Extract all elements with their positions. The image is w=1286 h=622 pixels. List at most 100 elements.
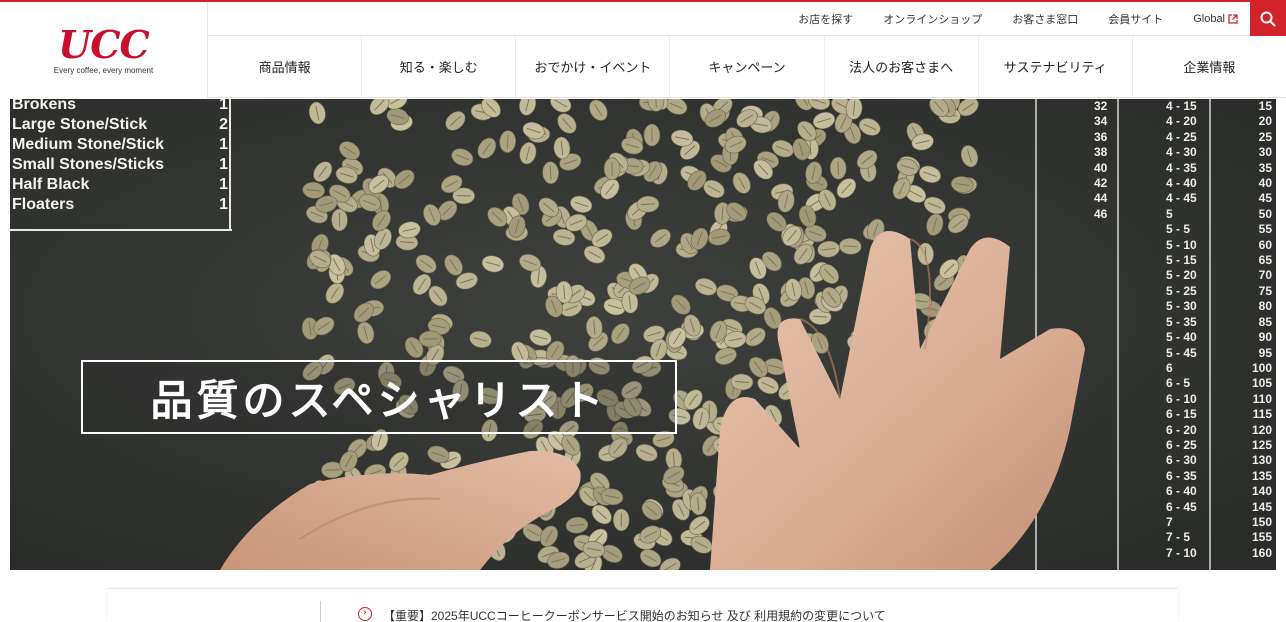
chalk-grade-cell <box>1092 315 1166 330</box>
chalk-grade-cell <box>1092 438 1166 453</box>
chalk-grade-cell: 110 <box>1252 391 1272 406</box>
chalk-grade-cell: 5 - 25 <box>1166 283 1197 298</box>
chalk-grade-row: 7 - 5 155 <box>1092 530 1272 545</box>
chalk-grade-row: 5 - 30 80 <box>1092 299 1272 314</box>
chalk-grade-row: 5 - 35 85 <box>1092 315 1272 330</box>
chalk-grade-cell: 75 <box>1258 283 1272 298</box>
chalk-grade-cell: 5 - 40 <box>1166 330 1197 345</box>
chalk-grade-cell: 40 <box>1094 160 1108 175</box>
chalk-row: Floaters 1 <box>10 195 232 215</box>
chalk-grade-cell: 6 - 40 <box>1166 484 1197 499</box>
chalk-grade-cell: 6 - 30 <box>1166 453 1197 468</box>
chalk-grade-cell: 65 <box>1258 253 1272 268</box>
chalk-grade-cell: 130 <box>1251 453 1272 468</box>
chalk-grade-cell: 105 <box>1251 376 1272 391</box>
chalk-grade-cell: 20 <box>1258 114 1272 129</box>
chalk-grade-cell: 6 - 20 <box>1166 422 1197 437</box>
chalk-grade-cell: 150 <box>1251 514 1272 529</box>
chalk-grade-cell: 4 - 25 <box>1166 129 1197 144</box>
external-link-icon <box>1228 13 1238 24</box>
chalk-grade-cell: 140 <box>1251 484 1272 499</box>
chalk-row: Brokens 1 <box>10 99 232 115</box>
chalk-grade-cell <box>1092 346 1166 361</box>
chalk-grade-cell: 6 - 45 <box>1166 499 1197 514</box>
chalk-grade-cell <box>1092 268 1166 283</box>
chalk-grade-cell: 70 <box>1258 268 1272 283</box>
nav-outings-events[interactable]: おでかけ・イベント <box>516 36 671 97</box>
chalk-value: 1 <box>219 176 228 193</box>
chalk-grade-cell: 36 <box>1094 129 1108 144</box>
chalk-value: 1 <box>219 156 228 173</box>
nav-business[interactable]: 法人のお客さまへ <box>825 36 979 97</box>
chalk-grade-cell <box>1092 407 1166 422</box>
chalk-grade-cell: 4 - 30 <box>1166 145 1197 160</box>
chalk-grade-cell: 160 <box>1251 545 1272 560</box>
chalk-grade-cell: 125 <box>1251 437 1272 452</box>
chalk-grade-cell: 5 - 35 <box>1166 314 1197 329</box>
chalk-grade-cell: 80 <box>1258 299 1272 314</box>
nav-corporate[interactable]: 企業情報 <box>1133 36 1286 97</box>
chalk-value: 1 <box>219 136 228 153</box>
chalk-grade-row: 5 - 40 90 <box>1092 330 1272 345</box>
chalk-grade-row: 6 - 35 135 <box>1092 469 1272 484</box>
nav-products[interactable]: 商品情報 <box>208 36 363 97</box>
notice-divider <box>320 601 321 622</box>
logo-link[interactable]: UCC Every coffee, every moment <box>0 2 208 98</box>
chalk-grade-cell: 46 <box>1094 206 1108 221</box>
chalk-grade-row: 5 - 25 75 <box>1092 284 1272 299</box>
util-customer-support[interactable]: お客さま窓口 <box>1012 11 1078 27</box>
util-find-store[interactable]: お店を探す <box>798 11 853 27</box>
util-online-shop[interactable]: オンラインショップ <box>883 11 982 27</box>
util-member-site[interactable]: 会員サイト <box>1108 11 1163 27</box>
chalk-grade-cell: 15 <box>1258 99 1272 113</box>
chalk-grade-cell: 50 <box>1258 206 1272 221</box>
util-global[interactable]: Global <box>1193 13 1238 25</box>
chalk-value: 1 <box>219 196 228 213</box>
chalk-grade-cell: 95 <box>1258 345 1272 360</box>
chalk-grade-row: 46 5 50 <box>1092 207 1272 222</box>
main-nav: 商品情報 知る・楽しむ おでかけ・イベント キャンペーン 法人のお客さまへ サス… <box>208 36 1286 98</box>
chalk-row: Small Stones/Sticks 1 <box>10 155 232 175</box>
chalk-label: Medium Stone/Stick <box>12 136 165 153</box>
chalk-grade-cell: 7 - 5 <box>1166 530 1191 545</box>
chalk-value: 1 <box>219 99 228 113</box>
chalk-grade-cell: 4 - 40 <box>1166 176 1197 191</box>
chalk-grade-cell <box>1092 361 1166 376</box>
chalk-grade-cell <box>1092 392 1166 407</box>
chalk-value: 2 <box>219 116 228 133</box>
chalkboard-defects-table: Brokens 1 Large Stone/Stick 2 Medium Stone… <box>10 99 232 215</box>
chalk-grade-row: 38 4 - 30 30 <box>1092 145 1272 160</box>
chalk-grade-cell: 6 - 15 <box>1166 407 1197 422</box>
nav-campaigns[interactable]: キャンペーン <box>670 36 825 97</box>
chalk-grade-cell <box>1092 238 1166 253</box>
chalk-row: Half Black 1 <box>10 175 232 195</box>
hero-banner[interactable]: Brokens 1 Large Stone/Stick 2 Medium Stone… <box>10 99 1276 570</box>
notice-link[interactable]: 【重要】2025年UCCコーヒークーポンサービス開始のお知らせ 及び 利用規約の… <box>383 607 886 622</box>
chalk-grade-row: 32 4 - 15 15 <box>1092 99 1272 114</box>
chalk-grade-cell: 90 <box>1258 330 1272 345</box>
chalk-grade-cell: 155 <box>1251 530 1272 545</box>
chalk-grade-row: 6 100 <box>1092 361 1272 376</box>
chalk-grade-cell <box>1092 546 1166 561</box>
chalk-grade-cell <box>1092 284 1166 299</box>
nav-sustainability[interactable]: サステナビリティ <box>979 36 1133 97</box>
chalk-grade-cell: 38 <box>1094 145 1108 160</box>
chalk-grade-cell: 32 <box>1094 99 1108 113</box>
nav-learn-enjoy[interactable]: 知る・楽しむ <box>362 36 517 97</box>
chalk-label: Floaters <box>12 196 75 213</box>
chalk-grade-row: 7 - 10 160 <box>1092 546 1272 561</box>
chalk-grade-row: 40 4 - 35 35 <box>1092 161 1272 176</box>
chalk-grade-row: 6 - 45 145 <box>1092 500 1272 515</box>
chalk-grade-cell <box>1092 253 1166 268</box>
chalk-grade-cell: 5 - 20 <box>1166 268 1197 283</box>
chalk-grade-cell: 42 <box>1094 176 1108 191</box>
search-button[interactable] <box>1250 1 1286 36</box>
chalk-grade-cell: 5 - 10 <box>1166 237 1197 252</box>
chalk-grade-cell: 5 - 30 <box>1166 299 1197 314</box>
chalk-grade-cell: 7 - 10 <box>1166 545 1197 560</box>
chalk-grade-cell: 6 - 25 <box>1166 437 1197 452</box>
chalk-grade-row: 5 - 45 95 <box>1092 346 1272 361</box>
chalk-grade-cell <box>1092 376 1166 391</box>
chalk-grade-row: 36 4 - 25 25 <box>1092 130 1272 145</box>
chalk-grade-cell <box>1092 515 1166 530</box>
